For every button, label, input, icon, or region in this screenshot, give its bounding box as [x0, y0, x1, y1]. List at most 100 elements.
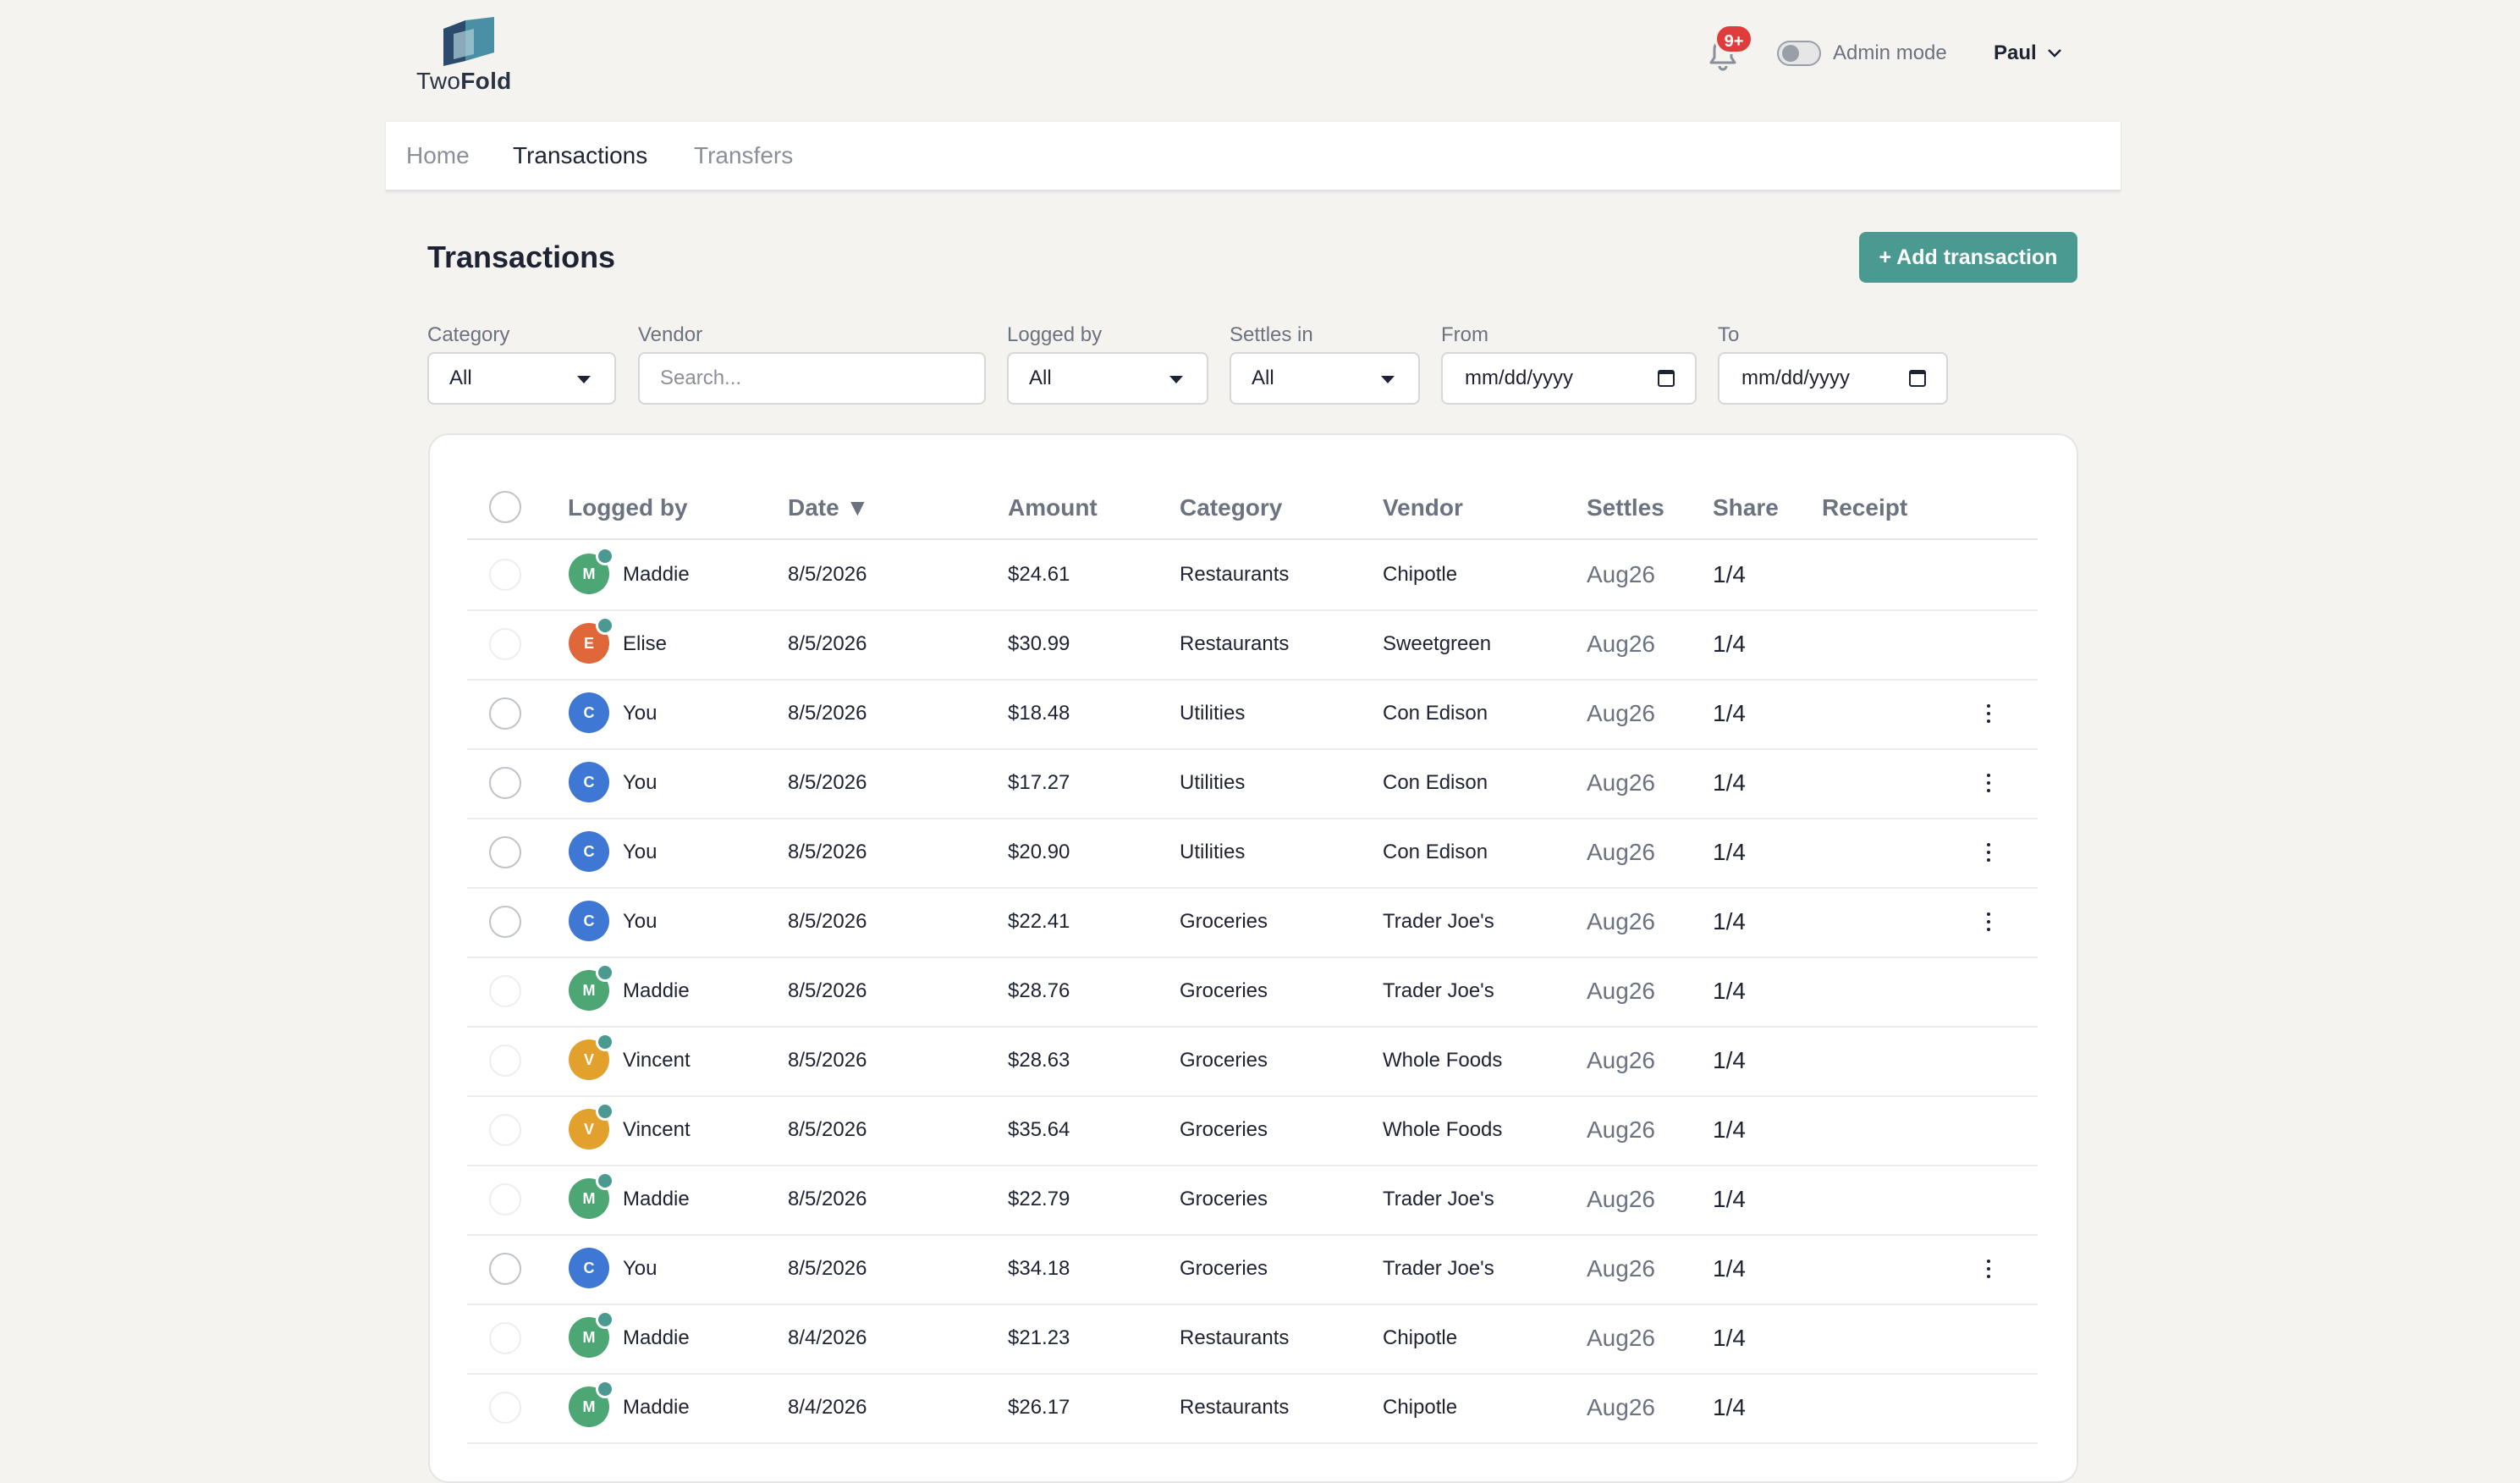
from-date-value: mm/dd/yyyy [1465, 367, 1574, 389]
settles-in-select[interactable]: All [1230, 352, 1420, 405]
share-cell: 1/4 [1713, 631, 1746, 657]
column-header-category[interactable]: Category [1180, 493, 1282, 523]
to-date-input[interactable]: mm/dd/yyyy [1718, 352, 1948, 405]
row-checkbox[interactable] [489, 1392, 521, 1424]
column-header-receipt: Receipt [1822, 494, 1908, 521]
category-select[interactable]: All [427, 352, 616, 405]
column-header-logged-by[interactable]: Logged by [568, 493, 688, 523]
table-row[interactable]: M Maddie 8/4/2026 $26.17 Restaurants Chipotle… [467, 1373, 2038, 1444]
category-cell: Groceries [1180, 910, 1268, 933]
category-cell: Restaurants [1180, 1326, 1290, 1349]
settles-cell: Aug26 [1587, 1255, 1655, 1282]
row-checkbox[interactable] [489, 628, 521, 660]
row-menu-icon[interactable] [1973, 1253, 2004, 1285]
notifications-badge[interactable]: 9+ [1714, 24, 1753, 54]
row-checkbox[interactable] [489, 1253, 521, 1285]
calendar-icon[interactable] [1909, 370, 1926, 387]
category-cell: Groceries [1180, 1257, 1268, 1280]
row-menu-icon[interactable] [1973, 697, 2004, 730]
caret-down-icon [1169, 376, 1183, 383]
status-dot [596, 1172, 614, 1190]
table-row[interactable]: M Maddie 8/5/2026 $28.76 Groceries Trader Joe… [467, 957, 2038, 1028]
tab-transactions[interactable]: Transactions [513, 142, 647, 169]
amount-cell: $21.23 [1008, 1326, 1070, 1349]
column-header-date[interactable]: Date ▼ [788, 493, 869, 523]
share-cell: 1/4 [1713, 978, 1746, 1004]
row-menu-icon[interactable] [1973, 767, 2004, 799]
tab-transfers[interactable]: Transfers [694, 142, 793, 169]
category-cell: Restaurants [1180, 1396, 1290, 1419]
date-cell: 8/5/2026 [788, 632, 867, 655]
column-header-vendor[interactable]: Vendor [1383, 493, 1463, 523]
share-cell: 1/4 [1713, 1186, 1746, 1212]
status-dot [596, 547, 614, 565]
page-title: Transactions [427, 240, 616, 274]
tab-home[interactable]: Home [406, 142, 470, 169]
category-cell: Restaurants [1180, 563, 1290, 586]
column-header-amount[interactable]: Amount [1008, 493, 1098, 523]
table-row[interactable]: V Vincent 8/5/2026 $35.64 Groceries Whole Foo… [467, 1095, 2038, 1166]
row-menu-icon[interactable] [1973, 906, 2004, 938]
table-row[interactable]: V Vincent 8/5/2026 $28.63 Groceries Whole Foo… [467, 1026, 2038, 1097]
logged-by-name: Maddie [623, 1188, 690, 1210]
avatar: C [569, 762, 609, 802]
logged-by-name: Maddie [623, 1396, 690, 1419]
row-checkbox[interactable] [489, 1322, 521, 1354]
date-cell: 8/5/2026 [788, 771, 867, 794]
row-checkbox[interactable] [489, 1183, 521, 1216]
row-checkbox[interactable] [489, 836, 521, 868]
vendor-cell: Con Edison [1383, 841, 1488, 863]
settles-cell: Aug26 [1587, 700, 1655, 726]
settles-cell: Aug26 [1587, 769, 1655, 796]
logged-by-name: You [623, 771, 658, 794]
vendor-cell: Trader Joe's [1383, 1257, 1494, 1280]
date-cell: 8/5/2026 [788, 1049, 867, 1072]
row-checkbox[interactable] [489, 1114, 521, 1146]
settles-cell: Aug26 [1587, 1116, 1655, 1143]
admin-mode-toggle[interactable] [1777, 41, 1821, 66]
from-filter-label: From [1441, 323, 1488, 346]
share-cell: 1/4 [1713, 1047, 1746, 1073]
table-row[interactable]: E Elise 8/5/2026 $30.99 Restaurants Sweetgree… [467, 609, 2038, 681]
table-row[interactable]: M Maddie 8/4/2026 $21.23 Restaurants Chipotle… [467, 1304, 2038, 1375]
app-logo[interactable]: TwoFold [416, 17, 526, 95]
table-row[interactable]: C You 8/5/2026 $34.18 Groceries Trader Joe's A… [467, 1234, 2038, 1305]
select-all-checkbox[interactable] [489, 491, 521, 523]
row-checkbox[interactable] [489, 975, 521, 1007]
column-header-settles[interactable]: Settles [1587, 493, 1664, 523]
user-menu[interactable]: Paul [1994, 39, 2062, 68]
row-checkbox[interactable] [489, 1045, 521, 1077]
table-row[interactable]: M Maddie 8/5/2026 $22.79 Groceries Trader Joe… [467, 1165, 2038, 1236]
table-row[interactable]: M Maddie 8/5/2026 $24.61 Restaurants Chipotle… [467, 540, 2038, 611]
status-dot [596, 1033, 614, 1051]
settles-cell: Aug26 [1587, 839, 1655, 865]
table-row[interactable]: C You 8/5/2026 $17.27 Utilities Con Edison Aug… [467, 748, 2038, 819]
column-header-share[interactable]: Share [1713, 493, 1779, 523]
row-checkbox[interactable] [489, 906, 521, 938]
settles-cell: Aug26 [1587, 908, 1655, 934]
settles-cell: Aug26 [1587, 1394, 1655, 1420]
logo-wordmark: TwoFold [416, 68, 512, 95]
add-transaction-button[interactable]: + Add transaction [1859, 232, 2077, 283]
calendar-icon[interactable] [1658, 370, 1675, 387]
logged-by-select[interactable]: All [1007, 352, 1208, 405]
table-row[interactable]: C You 8/5/2026 $20.90 Utilities Con Edison Aug… [467, 818, 2038, 889]
row-checkbox[interactable] [489, 767, 521, 799]
amount-cell: $20.90 [1008, 841, 1070, 863]
status-dot [596, 1102, 614, 1121]
logged-by-name: Maddie [623, 563, 690, 586]
date-cell: 8/5/2026 [788, 702, 867, 725]
logo-prefix: Two [416, 68, 461, 94]
to-date-value: mm/dd/yyyy [1741, 367, 1851, 389]
table-row[interactable]: C You 8/5/2026 $22.41 Groceries Trader Joe's A… [467, 887, 2038, 958]
row-menu-icon[interactable] [1973, 836, 2004, 868]
date-cell: 8/5/2026 [788, 979, 867, 1002]
row-checkbox[interactable] [489, 697, 521, 730]
vendor-search-input[interactable]: Search... [638, 352, 986, 405]
from-date-input[interactable]: mm/dd/yyyy [1441, 352, 1697, 405]
table-row[interactable]: C You 8/5/2026 $18.48 Utilities Con Edison Aug… [467, 679, 2038, 750]
row-checkbox[interactable] [489, 559, 521, 591]
amount-cell: $22.79 [1008, 1188, 1070, 1210]
date-cell: 8/5/2026 [788, 563, 867, 586]
amount-cell: $17.27 [1008, 771, 1070, 794]
